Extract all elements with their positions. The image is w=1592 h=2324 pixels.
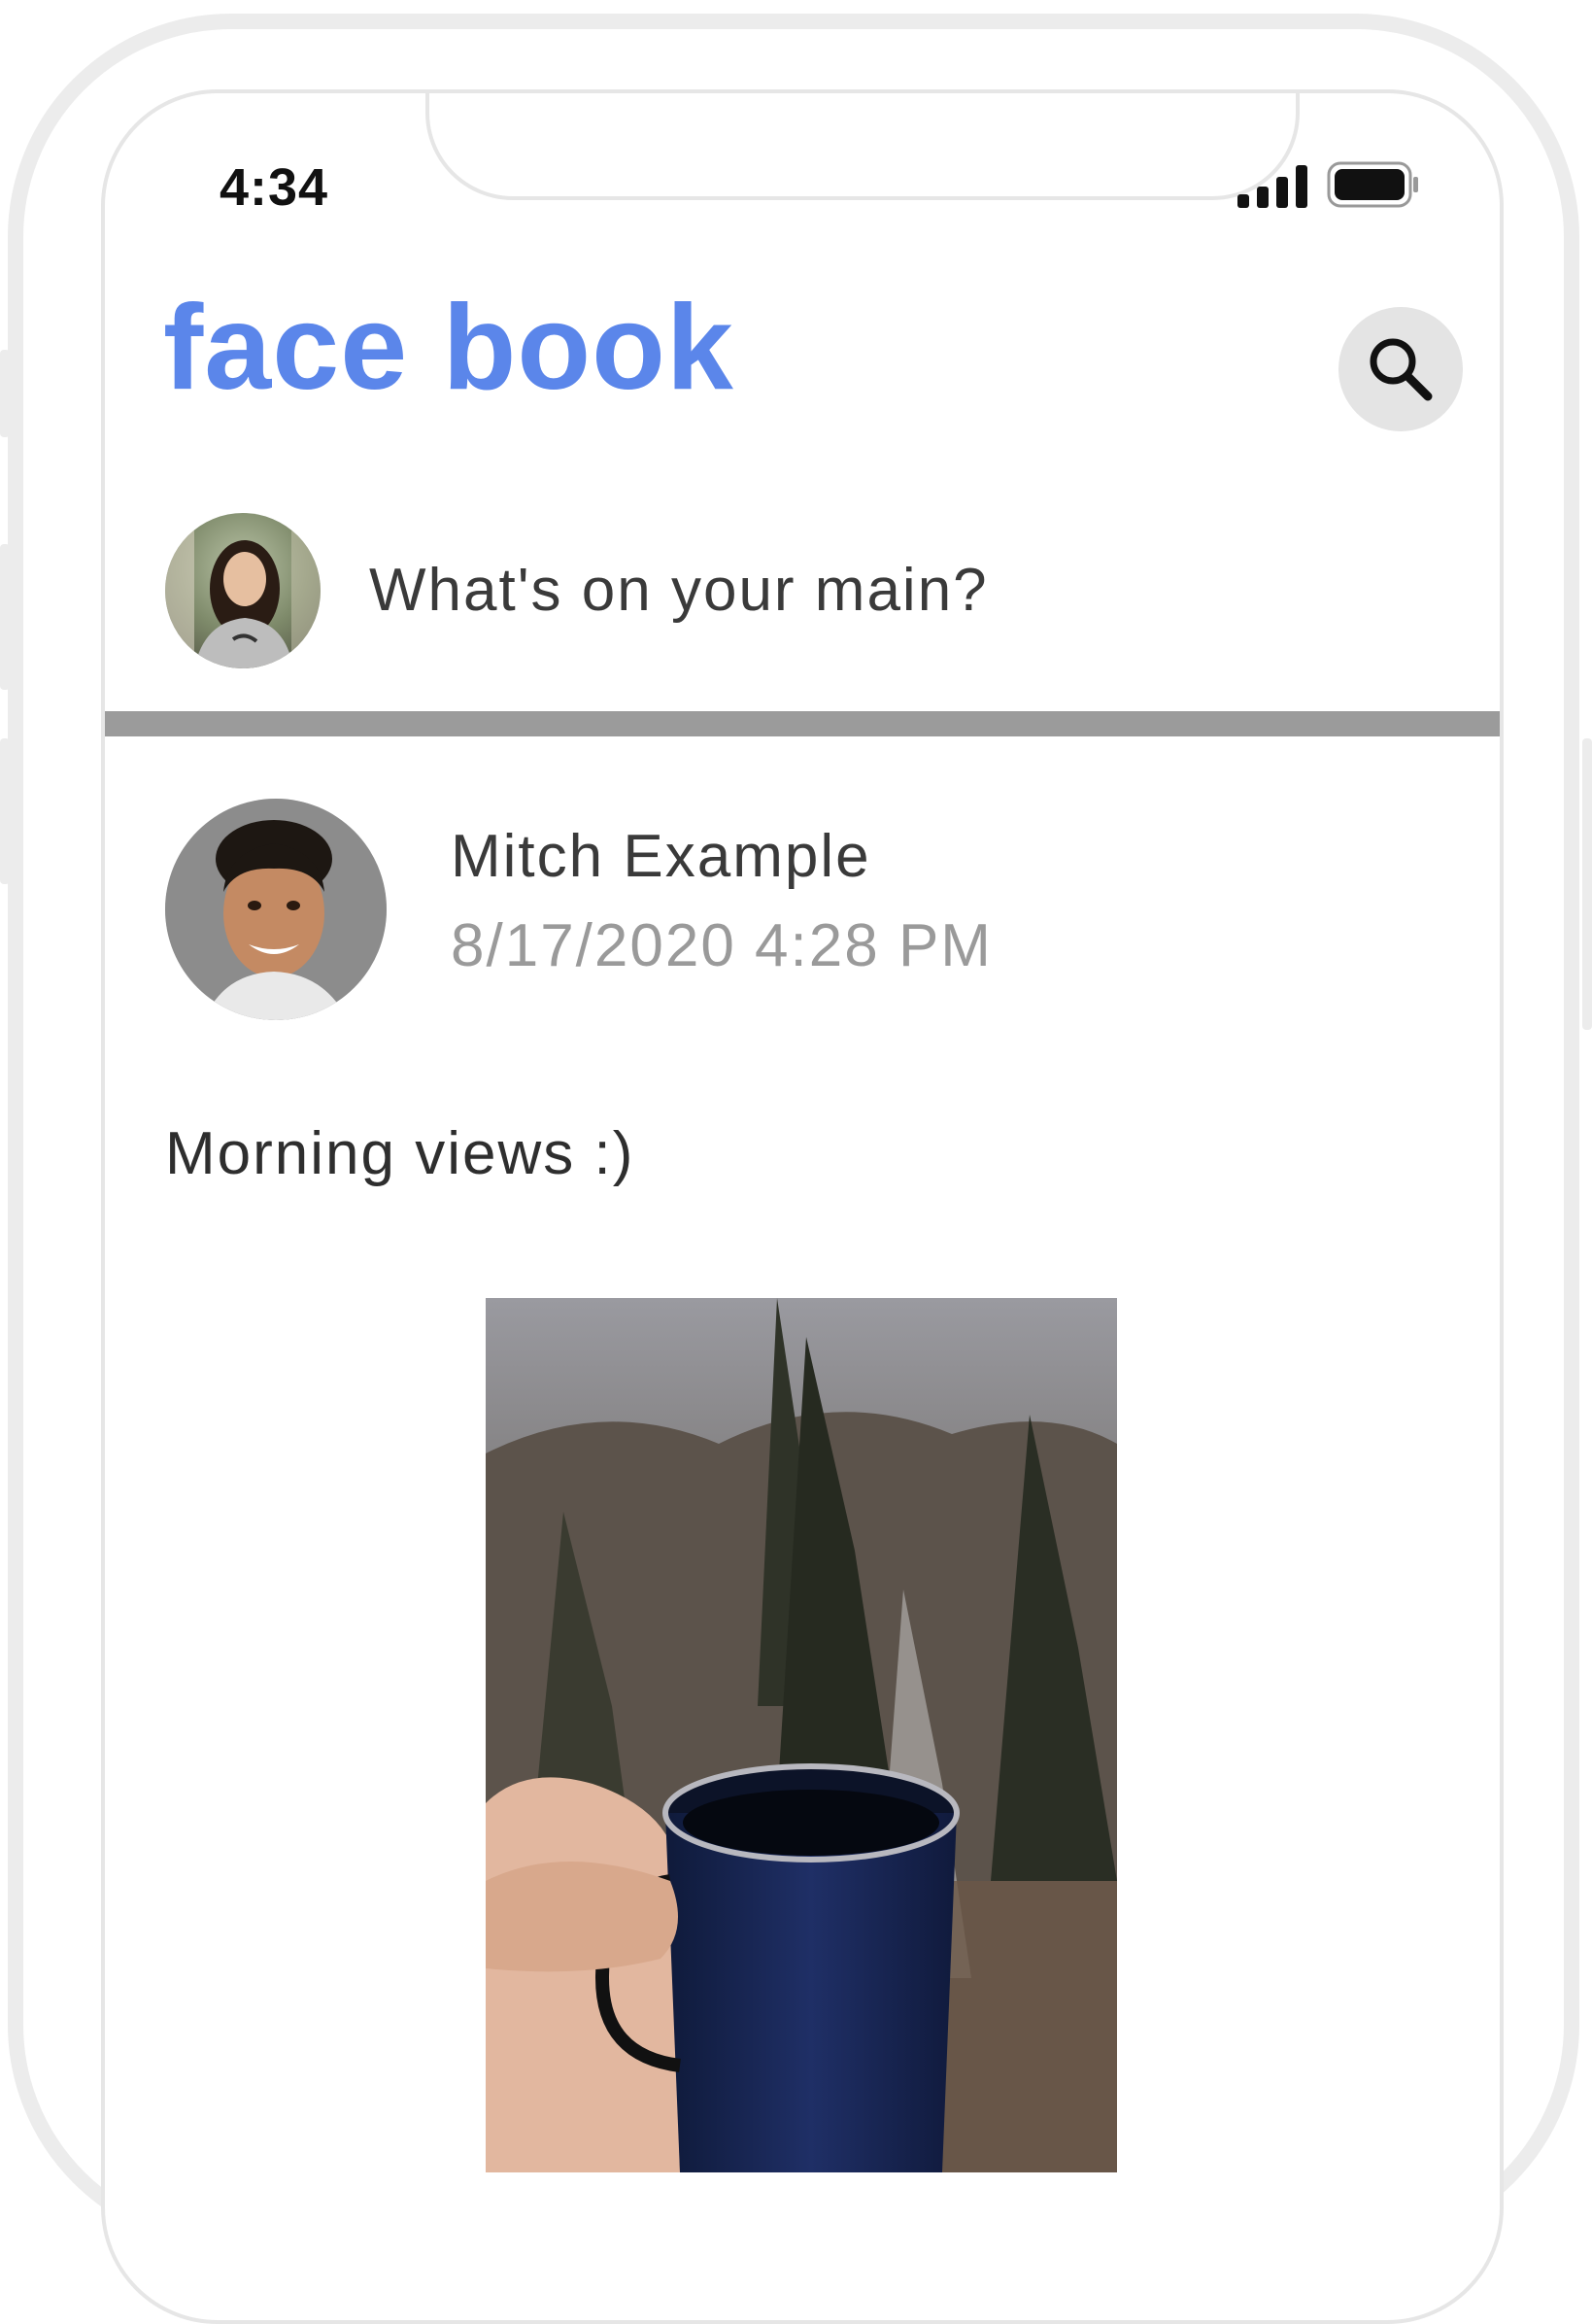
composer-input[interactable]: What's on your main? — [369, 556, 989, 625]
post-image[interactable] — [486, 1298, 1117, 2172]
post-author-name[interactable]: Mitch Example — [451, 822, 871, 891]
post-author-avatar[interactable] — [165, 799, 387, 1020]
phone-screen: 4:34 face book What's on your main? Mitc… — [101, 89, 1504, 2324]
post-photo — [486, 1298, 1117, 2172]
search-button[interactable] — [1338, 307, 1463, 431]
user-avatar-photo — [165, 513, 321, 668]
phone-side-button — [0, 544, 10, 690]
post-author-avatar-photo — [165, 799, 387, 1020]
phone-side-button — [0, 738, 10, 884]
post-text: Morning views :) — [165, 1120, 635, 1187]
battery-icon — [1327, 159, 1420, 215]
notch — [425, 93, 1300, 200]
status-time: 4:34 — [220, 158, 329, 217]
cellular-signal-icon — [1237, 163, 1311, 215]
phone-side-button — [1582, 738, 1592, 1030]
app-title: face book — [163, 281, 734, 415]
post-timestamp: 8/17/2020 4:28 PM — [451, 912, 993, 979]
section-divider — [105, 711, 1500, 736]
user-avatar[interactable] — [165, 513, 321, 668]
phone-side-button — [0, 350, 10, 437]
